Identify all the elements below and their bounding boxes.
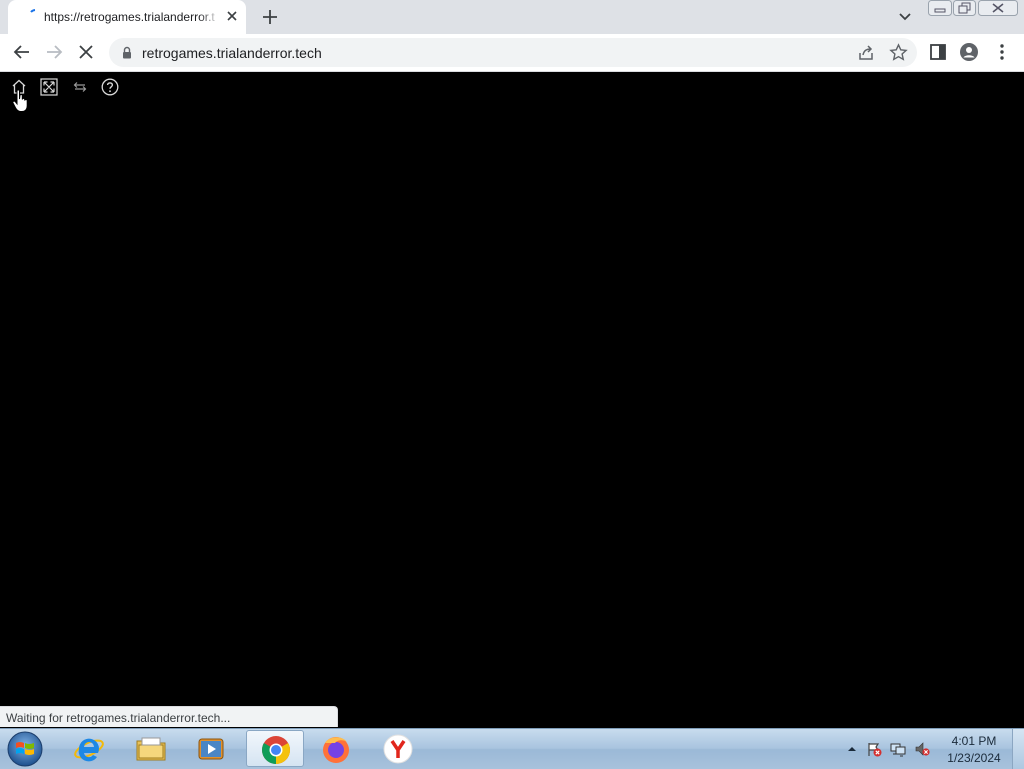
back-arrow-icon[interactable] [12,42,32,62]
show-desktop-button[interactable] [1012,729,1024,769]
more-menu-icon[interactable] [992,42,1012,62]
minimize-window-icon[interactable] [928,0,952,17]
volume-muted-icon[interactable] [914,741,930,757]
firefox-icon [323,737,349,763]
taskbar-yandex[interactable] [369,730,427,767]
help-icon[interactable] [101,78,119,96]
action-center-flag-icon[interactable] [866,741,882,757]
file-explorer-icon [136,737,166,761]
yandex-icon [383,734,413,764]
swap-icon[interactable] [71,78,89,96]
tab-search-chevron-icon[interactable] [896,9,914,25]
profile-avatar-icon[interactable] [959,42,979,62]
bookmark-star-icon[interactable] [889,43,908,62]
forward-arrow-icon[interactable] [44,42,64,62]
tab-strip: https://retrogames.trialanderror.t [0,0,1024,34]
taskbar: 4:01 PM 1/23/2024 [0,728,1024,769]
status-text: Waiting for retrogames.trialanderror.tec… [6,711,231,725]
taskbar-internet-explorer[interactable] [60,730,118,767]
loading-favicon-icon [30,9,36,13]
chrome-icon [262,736,290,764]
tab-active[interactable]: https://retrogames.trialanderror.t [8,0,246,34]
address-url[interactable]: retrogames.trialanderror.tech [142,45,322,61]
clock-time[interactable]: 4:01 PM [940,734,1008,748]
close-window-icon[interactable] [978,0,1018,17]
show-hidden-icons-icon[interactable] [844,741,860,757]
hand-pointer-cursor-icon [12,89,28,112]
taskbar-firefox[interactable] [307,730,365,767]
stop-loading-icon[interactable] [76,42,96,62]
side-panel-icon[interactable] [928,42,948,62]
lock-icon[interactable] [122,46,132,59]
status-bubble: Waiting for retrogames.trialanderror.tec… [0,706,338,727]
start-button-icon[interactable] [3,730,47,768]
share-icon[interactable] [857,44,875,62]
taskbar-file-explorer[interactable] [122,730,180,767]
fullscreen-icon[interactable] [40,78,58,96]
tab-title: https://retrogames.trialanderror.t [44,10,215,24]
tab-close-icon[interactable] [224,8,240,24]
taskbar-media-player[interactable] [182,730,240,767]
game-canvas[interactable] [0,72,1024,728]
internet-explorer-icon [74,738,104,762]
restore-window-icon[interactable] [953,0,976,17]
clock-date[interactable]: 1/23/2024 [940,751,1008,765]
new-tab-icon[interactable] [259,6,281,28]
address-bar[interactable]: retrogames.trialanderror.tech [109,38,917,67]
browser-toolbar: retrogames.trialanderror.tech [0,34,1024,72]
taskbar-chrome[interactable] [246,730,304,767]
media-player-icon [198,738,224,760]
network-icon[interactable] [890,741,906,757]
